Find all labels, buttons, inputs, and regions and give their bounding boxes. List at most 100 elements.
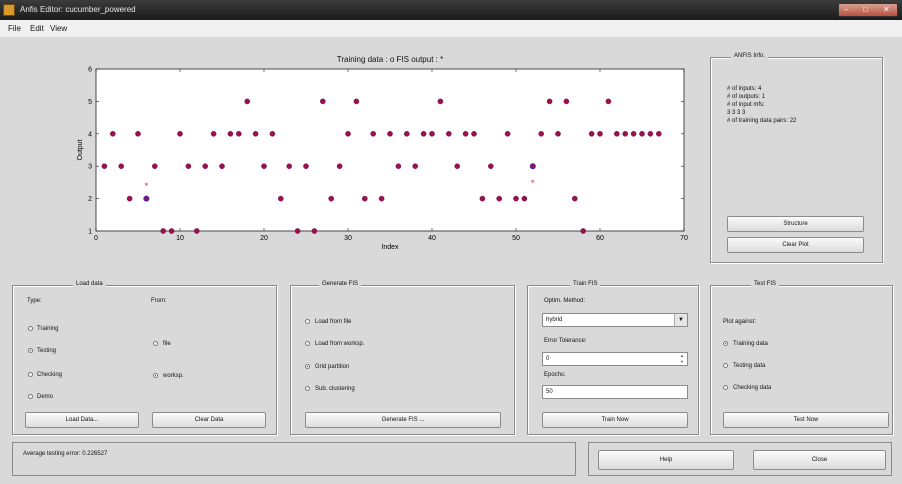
training-data-point	[294, 228, 301, 234]
x-tick-label: 40	[428, 235, 436, 242]
generate-fis-button[interactable]: Generate FIS ...	[305, 412, 501, 428]
source-file-label[interactable]: file	[163, 341, 171, 347]
test-testing-data-radio[interactable]	[723, 363, 728, 368]
chevron-down-icon[interactable]: ▼	[674, 314, 687, 326]
source-workspace-label[interactable]: worksp.	[163, 373, 184, 379]
gen-grid-partition-radio[interactable]	[305, 364, 310, 369]
test-fis-panel: Test FIS Plot against: Training data Tes…	[710, 281, 893, 435]
training-data-point	[135, 131, 141, 137]
training-data-plot[interactable]: 0 10 20 30 40 50 60 70 1 2 3 4 5 6 Index Output * *	[72, 64, 702, 254]
footer-button-panel: Help Close	[588, 442, 892, 476]
window-title: Anfis Editor: cucumber_powered	[20, 5, 136, 14]
training-data-point	[420, 131, 427, 137]
menu-edit[interactable]: Edit	[30, 24, 44, 33]
training-data-point	[328, 195, 335, 202]
anfis-info-panel: ANFIS Info. # of inputs: 4 # of outputs: …	[710, 53, 883, 263]
training-data-point	[403, 131, 410, 137]
minimize-icon[interactable]: –	[844, 5, 848, 14]
structure-button[interactable]: Structure	[727, 216, 864, 232]
x-tick-label: 10	[176, 235, 184, 242]
gen-load-file-label[interactable]: Load from file	[315, 319, 351, 325]
test-training-data-radio[interactable]	[723, 341, 728, 346]
optim-method-select[interactable]: hybrid ▼	[542, 313, 688, 327]
train-now-button[interactable]: Train Now	[542, 412, 688, 428]
training-data-point	[353, 98, 360, 105]
maximize-icon[interactable]: □	[863, 5, 868, 14]
gen-grid-partition-label[interactable]: Grid partition	[315, 364, 349, 370]
error-tolerance-field[interactable]: 0 ▲ ▼	[542, 352, 688, 366]
menu-view[interactable]: View	[50, 24, 67, 33]
source-workspace-radio[interactable]	[153, 373, 158, 378]
test-checking-data-label[interactable]: Checking data	[733, 385, 771, 391]
x-tick-label: 50	[512, 235, 520, 242]
type-demo-label[interactable]: Demo	[37, 394, 53, 400]
training-data-point	[395, 163, 402, 169]
training-data-point	[277, 195, 284, 202]
training-data-point	[152, 163, 158, 169]
training-data-point	[177, 131, 183, 137]
training-data-point	[412, 163, 419, 169]
training-data-point	[513, 195, 519, 202]
type-checking-label[interactable]: Checking	[37, 372, 62, 378]
window-controls[interactable]: – □ ✕	[838, 3, 898, 17]
y-tick-label: 4	[88, 131, 92, 138]
source-file-radio[interactable]	[153, 341, 158, 346]
gen-load-workspace-radio[interactable]	[305, 341, 310, 346]
test-checking-data-radio[interactable]	[723, 385, 728, 390]
gen-sub-clustering-label[interactable]: Sub. clustering	[315, 386, 355, 392]
training-data-point	[546, 98, 553, 105]
epochs-label: Epochs:	[544, 372, 566, 378]
type-training-radio[interactable]	[28, 326, 33, 331]
gen-load-file-radio[interactable]	[305, 319, 310, 324]
training-data-point	[580, 228, 587, 234]
training-data-point	[605, 98, 612, 105]
type-training-label[interactable]: Training	[37, 326, 58, 332]
test-testing-data-label[interactable]: Testing data	[733, 363, 765, 369]
error-tolerance-value: 0	[546, 356, 550, 362]
training-data-point	[252, 131, 259, 137]
training-data-point	[639, 131, 645, 137]
training-data-point	[487, 163, 494, 169]
spin-down-icon[interactable]: ▼	[680, 359, 686, 364]
training-data-point	[454, 163, 461, 169]
epochs-value: 50	[546, 389, 553, 395]
training-data-point	[597, 131, 603, 137]
gen-load-workspace-label[interactable]: Load from worksp.	[315, 341, 364, 347]
anfis-info-line: # of training data pairs: 22	[727, 118, 797, 124]
training-data-point	[160, 228, 166, 234]
training-data-point	[345, 131, 351, 137]
training-data-point	[656, 131, 662, 137]
epochs-field[interactable]: 50	[542, 385, 688, 399]
load-data-button[interactable]: Load Data...	[25, 412, 139, 428]
type-testing-radio[interactable]	[28, 348, 33, 353]
clear-data-button[interactable]: Clear Data	[152, 412, 266, 428]
gen-sub-clustering-radio[interactable]	[305, 386, 310, 391]
close-window-icon[interactable]: ✕	[883, 5, 890, 14]
training-data-point	[445, 131, 452, 137]
training-data-point	[185, 163, 192, 169]
training-data-point	[471, 131, 477, 137]
training-data-point	[370, 131, 377, 137]
close-button[interactable]: Close	[753, 450, 886, 470]
x-tick-label: 60	[596, 235, 604, 242]
test-now-button[interactable]: Test Now	[723, 412, 889, 428]
help-button[interactable]: Help	[598, 450, 734, 470]
spin-up-icon[interactable]: ▲	[680, 353, 686, 358]
type-demo-radio[interactable]	[28, 394, 33, 399]
anfis-info-legend: ANFIS Info.	[731, 53, 769, 59]
type-testing-label[interactable]: Testing	[37, 348, 56, 354]
test-training-data-label[interactable]: Training data	[733, 341, 768, 347]
type-checking-radio[interactable]	[28, 372, 33, 377]
anfis-info-line: # of input mfs:	[727, 102, 765, 108]
menu-file[interactable]: File	[8, 24, 21, 33]
training-data-point	[361, 195, 368, 202]
clear-plot-button[interactable]: Clear Plot	[727, 237, 864, 253]
train-fis-panel: Train FIS Optim. Method: hybrid ▼ Error …	[527, 281, 699, 435]
matlab-app-icon	[3, 4, 15, 16]
x-tick-label: 70	[680, 235, 688, 242]
training-data-point	[269, 131, 276, 137]
load-data-panel: Load data Type: From: Training Testing C…	[12, 281, 277, 435]
training-data-point	[219, 163, 225, 169]
generate-fis-legend: Generate FIS	[319, 281, 362, 287]
y-tick-label: 1	[88, 229, 92, 236]
